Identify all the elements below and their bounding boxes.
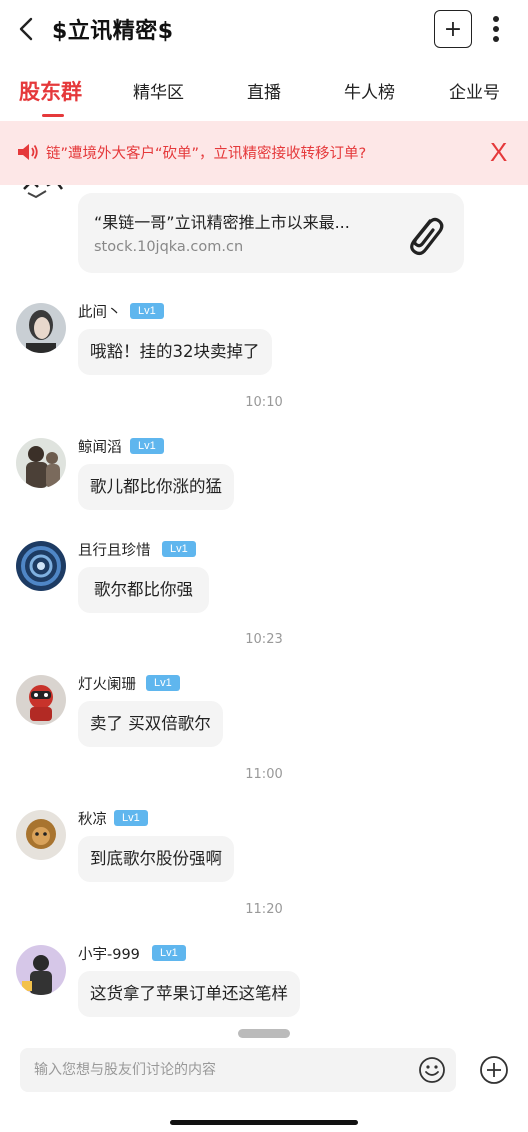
composer xyxy=(0,1020,528,1132)
tab-bar: 股东群 精华区 直播 牛人榜 企业号 xyxy=(0,60,528,118)
notice-text: 链”遭境外大客户“砍单”，立讯精密接收转移订单? xyxy=(46,146,367,162)
active-tab-indicator xyxy=(42,114,64,117)
add-circle-icon[interactable] xyxy=(479,1055,509,1085)
add-button[interactable]: + xyxy=(434,10,472,48)
link-card[interactable]: “果链一哥”立讯精密推上市以来最... stock.10jqka.com.cn xyxy=(78,193,464,273)
link-url: stock.10jqka.com.cn xyxy=(94,239,244,255)
home-indicator xyxy=(170,1120,358,1125)
notice-banner[interactable]: 链”遭境外大客户“砍单”，立讯精密接收转移订单? X xyxy=(0,121,528,185)
paperclip-icon xyxy=(410,217,444,256)
message-bubble[interactable]: 哦豁！挂的32块卖掉了 xyxy=(78,329,272,375)
message-bubble[interactable]: 歌儿都比你涨的猛 xyxy=(78,464,234,510)
avatar[interactable] xyxy=(16,541,66,591)
avatar[interactable] xyxy=(16,810,66,860)
avatar[interactable] xyxy=(16,303,66,353)
message-bubble[interactable]: 卖了 买双倍歌尔 xyxy=(78,701,223,747)
emoji-icon[interactable] xyxy=(418,1056,446,1084)
back-button[interactable] xyxy=(14,14,40,44)
message-bubble[interactable]: 到底歌尔股份强啊 xyxy=(78,836,234,882)
page-title: $立讯精密$ xyxy=(52,19,174,44)
username: 灯火阑珊 xyxy=(78,677,136,693)
level-badge: Lv1 xyxy=(162,541,196,557)
avatar[interactable] xyxy=(16,945,66,995)
username: 小宇-999 xyxy=(78,947,140,963)
username: 秋凉 xyxy=(78,812,107,828)
timestamp: 10:23 xyxy=(245,632,283,647)
chat-list[interactable]: “果链一哥”立讯精密推上市以来最... stock.10jqka.com.cn … xyxy=(0,185,528,1020)
level-badge: Lv1 xyxy=(146,675,180,691)
username: 此间丶 xyxy=(78,305,122,321)
tab-live[interactable]: 直播 xyxy=(247,78,281,103)
header: $立讯精密$ + xyxy=(0,0,528,60)
level-badge: Lv1 xyxy=(114,810,148,826)
more-button[interactable] xyxy=(486,14,506,44)
close-icon[interactable]: X xyxy=(490,137,507,168)
tab-shareholder-group[interactable]: 股东群 xyxy=(19,76,82,106)
avatar xyxy=(23,185,63,199)
more-vertical-icon xyxy=(493,16,499,42)
avatar[interactable] xyxy=(16,438,66,488)
drag-handle[interactable] xyxy=(238,1029,290,1038)
level-badge: Lv1 xyxy=(152,945,186,961)
tab-featured[interactable]: 精华区 xyxy=(133,78,184,103)
timestamp: 10:10 xyxy=(245,395,283,410)
avatar[interactable] xyxy=(16,675,66,725)
level-badge: Lv1 xyxy=(130,438,164,454)
message-bubble[interactable]: 歌尔都比你强 xyxy=(78,567,209,613)
back-icon xyxy=(19,17,33,41)
tab-top-traders[interactable]: 牛人榜 xyxy=(344,78,395,103)
username: 鲸闻滔 xyxy=(78,440,122,456)
timestamp: 11:20 xyxy=(245,902,283,917)
level-badge: Lv1 xyxy=(130,303,164,319)
plus-icon: + xyxy=(443,16,463,42)
tab-enterprise[interactable]: 企业号 xyxy=(449,78,500,103)
link-title: “果链一哥”立讯精密推上市以来最... xyxy=(94,213,350,232)
username: 且行且珍惜 xyxy=(78,543,151,559)
timestamp: 11:00 xyxy=(245,767,283,782)
message-bubble[interactable]: 这货拿了苹果订单还这笔样 xyxy=(78,971,300,1017)
speaker-icon xyxy=(18,144,38,160)
message-input[interactable] xyxy=(20,1048,456,1092)
